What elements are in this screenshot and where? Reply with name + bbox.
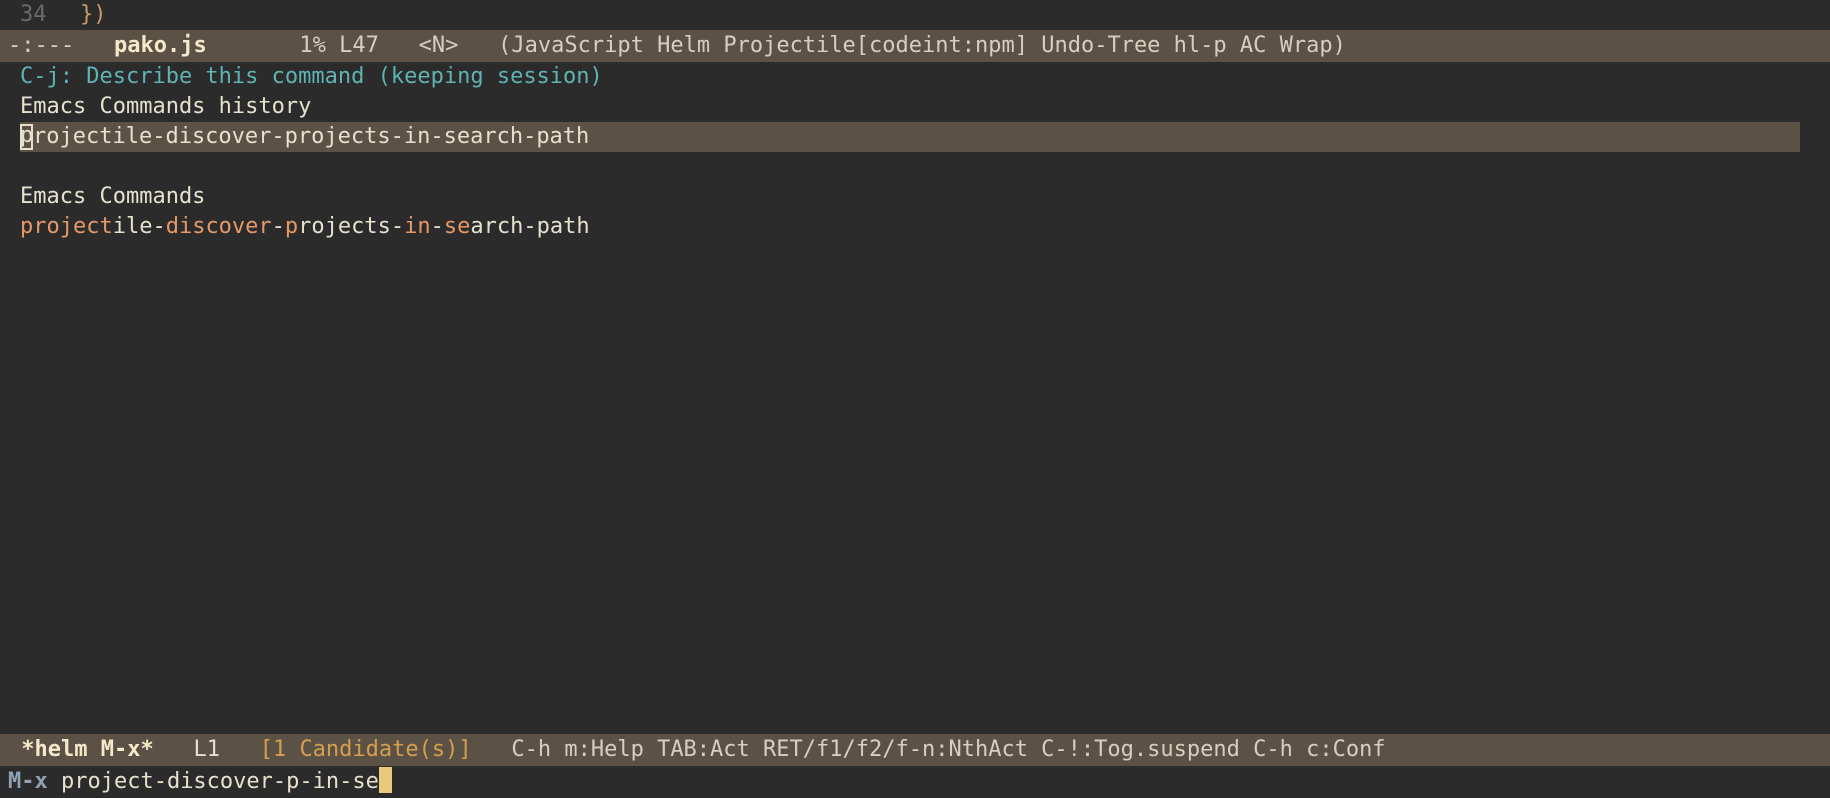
modeline-status: -:---: [8, 30, 87, 62]
cursor-outline-icon: [20, 124, 33, 150]
modeline-percent: 1%: [299, 30, 339, 62]
modeline-main: -:--- pako.js 1% L47 <N> (JavaScript Hel…: [0, 30, 1830, 62]
helm-section-commands-title: Emacs Commands: [0, 182, 1830, 212]
helm-candidate-selected-text: rojectile-discover-projects-in-search-pa…: [20, 122, 589, 152]
modeline-line: L47: [339, 30, 379, 62]
minibuffer-prompt: M-x: [8, 766, 61, 798]
helm-header-hint: C-j: Describe this command (keeping sess…: [0, 62, 1830, 92]
helm-empty-area: [0, 242, 1830, 734]
modeline-evil-state: <N>: [419, 30, 459, 62]
minibuffer[interactable]: M-x project-discover-p-in-se: [0, 766, 1830, 798]
helm-candidate[interactable]: projectile-discover-projects-in-search-p…: [0, 212, 1830, 242]
minibuffer-input-text: project-discover-p-in-se: [61, 766, 379, 798]
helm-candidate-count: [1 Candidate(s)]: [260, 734, 472, 766]
line-number: 34: [20, 0, 47, 30]
helm-keybind-help: C-h m:Help TAB:Act RET/f1/f2/f-n:NthAct …: [511, 734, 1385, 766]
modeline-helm: *helm M-x* L1 [1 Candidate(s)] C-h m:Hel…: [0, 734, 1830, 766]
helm-section-history-title: Emacs Commands history: [0, 92, 1830, 122]
spacer: [0, 152, 1830, 182]
helm-buffer-name: *helm M-x*: [8, 734, 154, 766]
modeline-filename: pako.js: [87, 30, 206, 62]
modeline-modes: (JavaScript Helm Projectile[codeint:npm]…: [498, 30, 1346, 62]
code-text: }): [80, 0, 107, 30]
editor-code-fragment: 34 }): [0, 0, 1830, 30]
helm-position: L1: [193, 734, 220, 766]
block-cursor-icon: [379, 767, 392, 793]
helm-candidate-selected[interactable]: rojectile-discover-projects-in-search-pa…: [20, 122, 1800, 152]
